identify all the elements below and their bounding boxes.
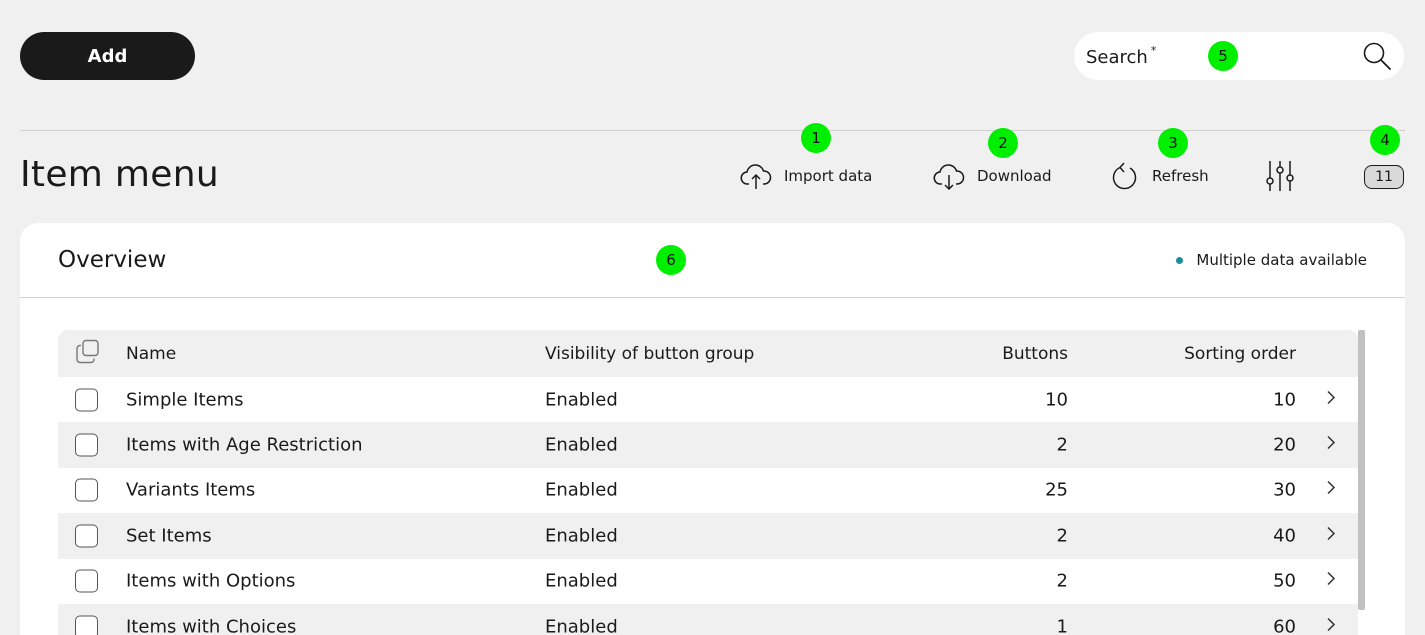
marker-badge: 2 (988, 128, 1018, 158)
select-all-toggle[interactable] (75, 338, 101, 369)
row-name: Items with Choices (126, 616, 297, 635)
download-button[interactable]: Download (933, 158, 1052, 194)
row-visibility: Enabled (545, 525, 618, 547)
status-dot (1176, 256, 1184, 264)
table-row[interactable]: Items with Options Enabled 2 50 (58, 559, 1358, 604)
row-buttons: 10 (1045, 389, 1068, 411)
import-data-button[interactable]: Import data (740, 158, 872, 194)
row-visibility: Enabled (545, 570, 618, 592)
chevron-right-icon[interactable] (1326, 480, 1336, 501)
search-label: Search * (1086, 44, 1157, 68)
sliders-icon (1266, 161, 1294, 191)
marker-badge: 1 (801, 123, 831, 153)
row-buttons: 25 (1045, 479, 1068, 501)
marker-badge: 3 (1158, 128, 1188, 158)
search-icon[interactable] (1362, 41, 1392, 71)
page-title: Item menu (20, 154, 219, 195)
row-checkbox[interactable] (75, 615, 98, 635)
search-field[interactable]: Search * (1074, 32, 1404, 80)
cloud-upload-icon (740, 164, 772, 189)
search-input[interactable] (1162, 45, 1362, 67)
overview-title: Overview (58, 247, 167, 273)
chevron-right-icon[interactable] (1326, 435, 1336, 456)
row-checkbox[interactable] (75, 524, 98, 548)
overview-card: Overview Multiple data available Name Vi… (20, 223, 1405, 635)
table-row[interactable]: Set Items Enabled 2 40 (58, 513, 1358, 559)
column-header-buttons[interactable]: Buttons (1002, 344, 1068, 364)
marker-badge: 6 (656, 245, 686, 275)
row-sorting-order: 40 (1273, 525, 1296, 547)
overview-header: Overview Multiple data available (20, 223, 1405, 298)
refresh-icon (1112, 162, 1137, 190)
row-buttons: 2 (1056, 525, 1068, 547)
table-scrollbar[interactable] (1358, 330, 1365, 610)
item-count-badge[interactable]: 11 (1364, 165, 1404, 189)
row-sorting-order: 50 (1273, 570, 1296, 592)
row-checkbox[interactable] (75, 569, 98, 593)
filter-settings-button[interactable] (1264, 158, 1308, 194)
download-label: Download (977, 167, 1052, 185)
table-row[interactable]: Items with Age Restriction Enabled 2 20 (58, 422, 1358, 468)
chevron-right-icon[interactable] (1326, 525, 1336, 546)
header-divider (20, 130, 1405, 131)
data-status: Multiple data available (1176, 251, 1367, 269)
chevron-right-icon[interactable] (1326, 616, 1336, 635)
row-checkbox[interactable] (75, 388, 98, 412)
row-sorting-order: 20 (1273, 434, 1296, 456)
required-asterisk: * (1150, 44, 1157, 57)
row-name: Simple Items (126, 389, 244, 411)
table-row[interactable]: Simple Items Enabled 10 10 (58, 377, 1358, 422)
copy-icon (76, 339, 99, 363)
table-row[interactable]: Items with Choices Enabled 1 60 (58, 603, 1358, 635)
row-sorting-order: 10 (1273, 389, 1296, 411)
row-name: Items with Options (126, 570, 296, 592)
row-sorting-order: 60 (1273, 616, 1296, 635)
column-header-visibility[interactable]: Visibility of button group (545, 344, 754, 364)
row-name: Variants Items (126, 479, 256, 501)
row-visibility: Enabled (545, 479, 618, 501)
refresh-button[interactable]: Refresh (1110, 158, 1209, 194)
row-name: Set Items (126, 525, 212, 547)
row-checkbox[interactable] (75, 433, 98, 457)
chevron-right-icon[interactable] (1326, 571, 1336, 592)
row-visibility: Enabled (545, 389, 618, 411)
row-visibility: Enabled (545, 434, 618, 456)
row-buttons: 2 (1056, 434, 1068, 456)
marker-badge: 5 (1208, 41, 1238, 71)
row-buttons: 2 (1056, 570, 1068, 592)
row-checkbox[interactable] (75, 478, 98, 502)
row-buttons: 1 (1056, 616, 1068, 635)
row-name: Items with Age Restriction (126, 434, 363, 456)
row-sorting-order: 30 (1273, 479, 1296, 501)
column-header-sorting-order[interactable]: Sorting order (1184, 344, 1296, 364)
table-header: Name Visibility of button group Buttons … (58, 330, 1358, 377)
add-button[interactable]: Add (20, 32, 195, 80)
status-text: Multiple data available (1196, 251, 1367, 269)
column-header-name[interactable]: Name (126, 344, 176, 364)
marker-badge: 4 (1370, 125, 1400, 155)
refresh-label: Refresh (1152, 167, 1209, 185)
import-data-label: Import data (784, 167, 873, 185)
chevron-right-icon[interactable] (1326, 389, 1336, 410)
items-table: Name Visibility of button group Buttons … (58, 330, 1358, 635)
row-visibility: Enabled (545, 616, 618, 635)
table-row[interactable]: Variants Items Enabled 25 30 (58, 468, 1358, 513)
cloud-download-icon (933, 164, 965, 190)
